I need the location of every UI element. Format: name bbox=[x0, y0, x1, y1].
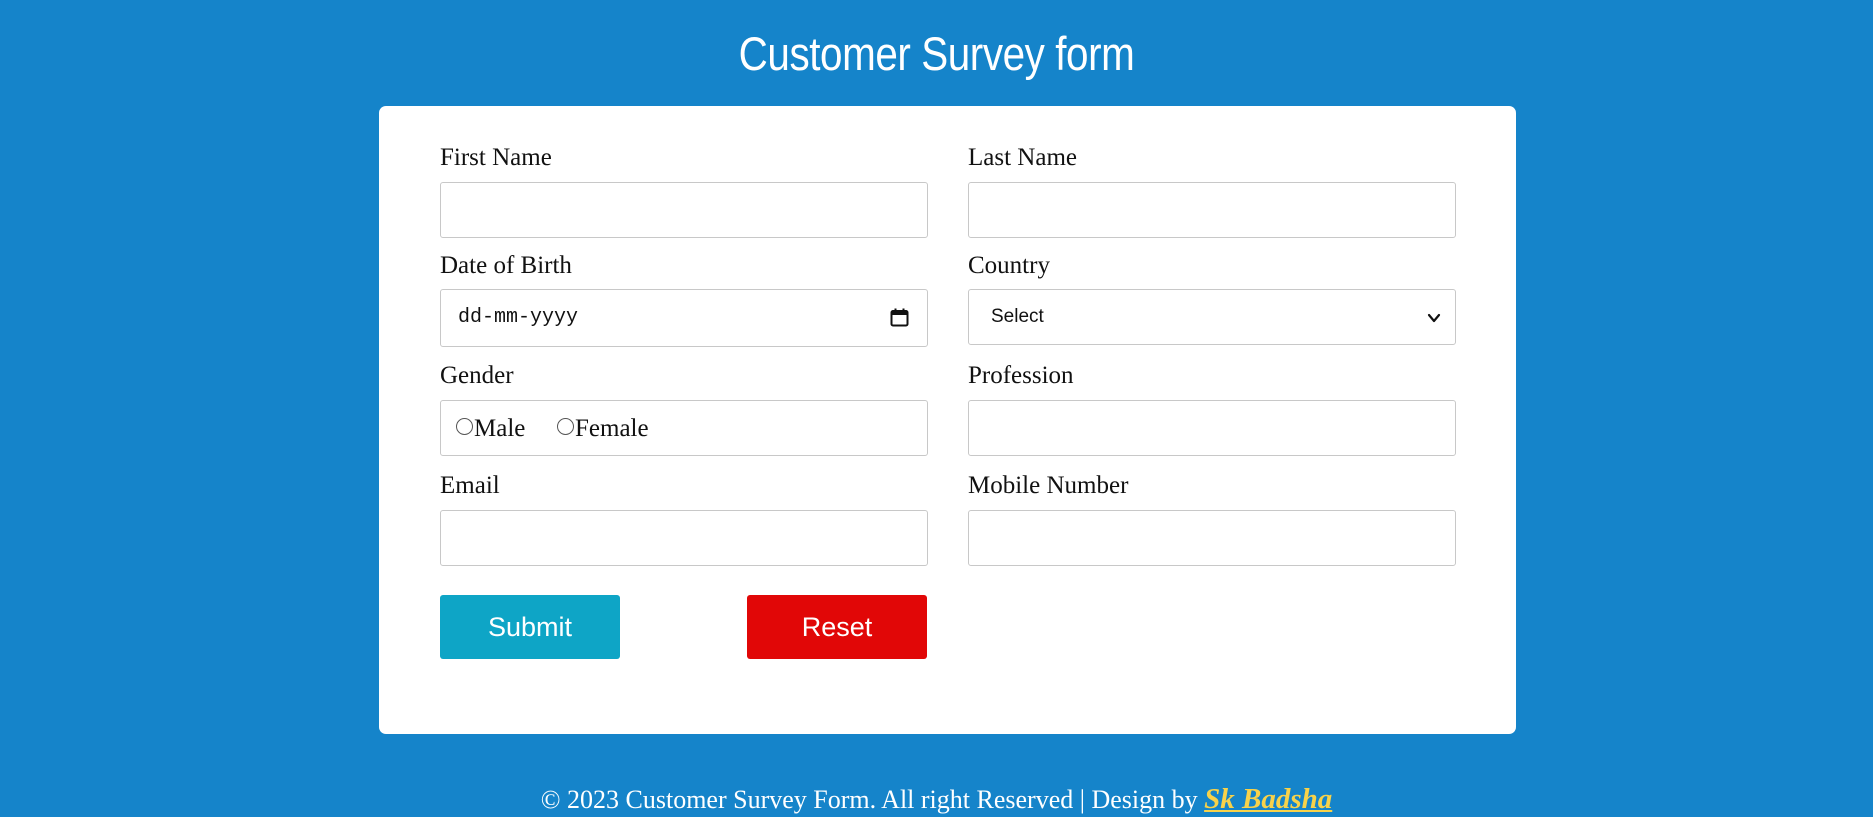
first-name-input[interactable] bbox=[440, 182, 928, 238]
dob-placeholder: dd-mm-yyyy bbox=[458, 306, 579, 329]
email-input[interactable] bbox=[440, 510, 928, 566]
email-label: Email bbox=[440, 472, 500, 499]
mobile-number-input[interactable] bbox=[968, 510, 1456, 566]
profession-label: Profession bbox=[968, 362, 1074, 389]
gender-option-female[interactable]: Female bbox=[557, 415, 649, 443]
female-label[interactable]: Female bbox=[575, 415, 649, 443]
country-select[interactable]: Select bbox=[968, 289, 1456, 345]
first-name-label: First Name bbox=[440, 144, 552, 171]
calendar-icon[interactable] bbox=[890, 308, 909, 327]
gender-label: Gender bbox=[440, 362, 514, 389]
chevron-down-icon bbox=[1427, 313, 1441, 323]
gender-option-male[interactable]: Male bbox=[456, 415, 525, 443]
last-name-input[interactable] bbox=[968, 182, 1456, 238]
mobile-number-label: Mobile Number bbox=[968, 472, 1129, 499]
footer: © 2023 Customer Survey Form. All right R… bbox=[0, 783, 1873, 816]
country-label: Country bbox=[968, 252, 1050, 279]
reset-button[interactable]: Reset bbox=[747, 595, 927, 659]
male-label[interactable]: Male bbox=[474, 415, 525, 443]
female-radio[interactable] bbox=[557, 417, 574, 435]
designer-link[interactable]: Sk Badsha bbox=[1204, 783, 1332, 815]
footer-text: © 2023 Customer Survey Form. All right R… bbox=[540, 785, 1205, 814]
submit-button[interactable]: Submit bbox=[440, 595, 620, 659]
last-name-label: Last Name bbox=[968, 144, 1077, 171]
page-title: Customer Survey form bbox=[738, 27, 1135, 80]
male-radio[interactable] bbox=[456, 417, 473, 435]
country-selected-value: Select bbox=[991, 306, 1044, 327]
profession-input[interactable] bbox=[968, 400, 1456, 456]
dob-label: Date of Birth bbox=[440, 252, 572, 279]
gender-group: Male Female bbox=[440, 400, 928, 456]
dob-input[interactable]: dd-mm-yyyy bbox=[440, 289, 928, 347]
